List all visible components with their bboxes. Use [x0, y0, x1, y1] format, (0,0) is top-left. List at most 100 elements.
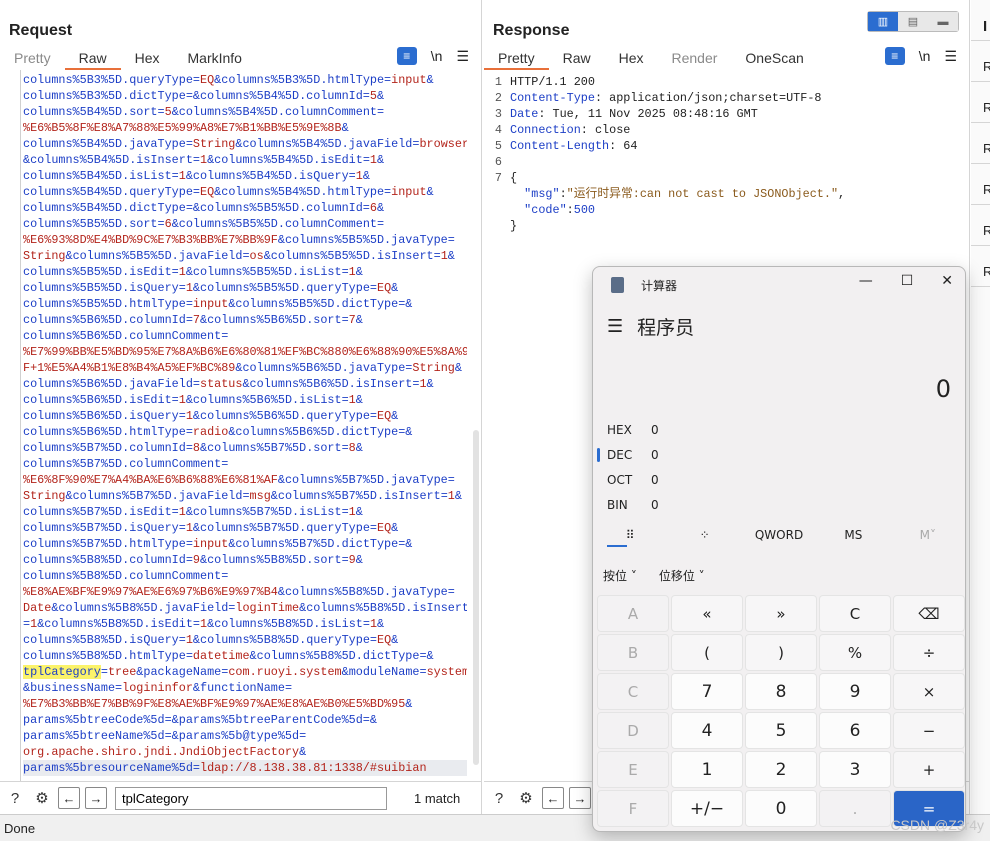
inspector-row[interactable]: R — [971, 123, 990, 164]
key-button[interactable]: + — [893, 751, 965, 788]
response-toolbar: ≡ \n ☰ — [884, 47, 957, 65]
key-button[interactable]: E — [597, 751, 669, 788]
request-toolbar: ≡ \n ☰ — [396, 47, 469, 65]
code-line: columns%5B4%5D.dictType=&columns%5B5%5D.… — [23, 201, 385, 215]
code-line: columns%5B6%5D.isEdit=1&columns%5B6%5D.i… — [23, 393, 363, 407]
bitop-dropdown[interactable]: 位移位 ˅ — [659, 567, 705, 584]
code-line: params%5btreeCode%5d=&params%5btreeParen… — [23, 713, 377, 727]
key-button[interactable]: ( — [671, 634, 743, 671]
request-body-editor[interactable]: columns%5B3%5D.queryType=EQ&columns%5B3%… — [23, 72, 467, 781]
response-line: 2 Content-Type: application/json;charset=… — [494, 91, 822, 105]
menu-icon[interactable]: ☰ — [456, 48, 469, 65]
minimize-icon[interactable]: — — [859, 273, 873, 289]
key-button[interactable]: C — [819, 595, 891, 632]
help-icon[interactable]: ? — [4, 787, 26, 809]
key-button[interactable]: − — [893, 712, 965, 749]
key-button[interactable]: A — [597, 595, 669, 632]
layout-rows-icon[interactable]: ▤ — [898, 12, 928, 31]
key-button[interactable]: C — [597, 673, 669, 710]
base-bin[interactable]: BIN 0 — [593, 492, 659, 517]
layout-columns-icon[interactable]: ▥ — [868, 12, 898, 31]
tab-onescan[interactable]: OneScan — [731, 48, 817, 70]
next-match-button[interactable]: → — [569, 787, 591, 809]
base-oct[interactable]: OCT 0 — [593, 467, 659, 492]
key-button[interactable]: 0 — [745, 790, 817, 827]
help-icon[interactable]: ? — [488, 787, 510, 809]
code-line: params%5btreeName%5d=&params%5b@type%5d= — [23, 729, 307, 743]
prev-match-button[interactable]: ← — [58, 787, 80, 809]
mode-item[interactable]: ⁘ — [667, 528, 741, 542]
key-button[interactable]: « — [671, 595, 743, 632]
request-scrollbar[interactable] — [473, 430, 479, 765]
calculator-title: 计算器 — [641, 279, 678, 293]
key-button[interactable]: 4 — [671, 712, 743, 749]
key-button[interactable]: 6 — [819, 712, 891, 749]
keypad: A «» C ⌫ B()% ÷ C 7 8 9 × D 4 5 6− E 1 2 3 + F +/− 0. = — [597, 595, 965, 827]
mode-item[interactable]: ⠿ — [593, 528, 667, 542]
key-button[interactable]: 7 — [671, 673, 743, 710]
inspector-row[interactable]: R — [971, 41, 990, 82]
key-button[interactable]: +/− — [671, 790, 743, 827]
tab-pretty[interactable]: Pretty — [484, 48, 549, 70]
response-line: 5 Content-Length: 64 — [494, 139, 638, 153]
next-match-button[interactable]: → — [85, 787, 107, 809]
key-button[interactable]: » — [745, 595, 817, 632]
inspector-row[interactable]: R — [971, 246, 990, 287]
key-button[interactable]: ) — [745, 634, 817, 671]
menu-icon[interactable]: ☰ — [944, 48, 957, 65]
search-input[interactable] — [115, 786, 387, 810]
key-button[interactable]: ÷ — [893, 634, 965, 671]
close-icon[interactable]: ✕ — [941, 273, 953, 289]
key-button[interactable]: ⌫ — [893, 595, 965, 632]
maximize-icon[interactable]: ☐ — [901, 273, 914, 289]
code-line: %E7%B3%BB%E7%BB%9F%E8%AE%BF%E9%97%AE%E8%… — [23, 697, 413, 711]
code-line: columns%5B6%5D.isQuery=1&columns%5B6%5D.… — [23, 409, 399, 423]
inspector-row[interactable]: R — [971, 164, 990, 205]
response-line: "code":500 — [524, 203, 595, 217]
tab-raw[interactable]: Raw — [549, 48, 605, 70]
key-button[interactable]: 8 — [745, 673, 817, 710]
code-line: Date&columns%5B8%5D.javaField=loginTime&… — [23, 601, 467, 615]
key-button[interactable]: × — [893, 673, 965, 710]
code-line: columns%5B8%5D.isQuery=1&columns%5B8%5D.… — [23, 633, 399, 647]
key-button[interactable]: . — [819, 790, 891, 827]
key-button[interactable]: D — [597, 712, 669, 749]
key-button[interactable]: % — [819, 634, 891, 671]
prev-match-button[interactable]: ← — [542, 787, 564, 809]
tab-render[interactable]: Render — [658, 48, 732, 70]
tab-markinfo[interactable]: MarkInfo — [174, 48, 256, 70]
tab-pretty[interactable]: Pretty — [0, 48, 65, 70]
wrap-lines-icon[interactable]: ≡ — [884, 47, 905, 65]
key-button[interactable]: 1 — [671, 751, 743, 788]
response-body[interactable]: 1 HTTP/1.1 200 2 Content-Type: application/… — [484, 74, 955, 234]
bit-operations: 按位 ˅ 位移位 ˅ — [603, 567, 705, 584]
code-line: columns%5B4%5D.queryType=EQ&columns%5B4%… — [23, 185, 434, 199]
gear-icon[interactable]: ⚙ — [31, 787, 53, 809]
code-line: columns%5B5%5D.isQuery=1&columns%5B5%5D.… — [23, 281, 399, 295]
key-button[interactable]: 9 — [819, 673, 891, 710]
base-hex[interactable]: HEX 0 — [593, 417, 659, 442]
bitop-dropdown[interactable]: 按位 ˅ — [603, 567, 637, 584]
code-line: F+1%E5%A4%B1%E8%B4%A5%EF%BC%89&columns%5… — [23, 361, 462, 375]
layout-single-icon[interactable]: ▬ — [928, 12, 958, 31]
tab-raw[interactable]: Raw — [64, 48, 121, 70]
key-button[interactable]: 5 — [745, 712, 817, 749]
mode-item[interactable]: QWORD — [742, 528, 816, 542]
mode-item[interactable]: MS — [816, 528, 890, 542]
response-line: 3 Date: Tue, 11 Nov 2025 08:48:16 GMT — [494, 107, 758, 121]
tab-hex[interactable]: Hex — [121, 48, 174, 70]
key-button[interactable]: 2 — [745, 751, 817, 788]
base-dec[interactable]: DEC 0 — [593, 442, 659, 467]
wrap-lines-icon[interactable]: ≡ — [396, 47, 417, 65]
inspector-row[interactable]: R — [971, 82, 990, 123]
tab-hex[interactable]: Hex — [605, 48, 658, 70]
newline-toggle[interactable]: \n — [919, 48, 931, 64]
hamburger-icon[interactable]: ☰ — [607, 316, 623, 337]
key-button[interactable]: 3 — [819, 751, 891, 788]
inspector-row[interactable]: R — [971, 205, 990, 246]
gear-icon[interactable]: ⚙ — [515, 787, 537, 809]
mode-item[interactable]: M˅ — [891, 528, 965, 542]
key-button[interactable]: B — [597, 634, 669, 671]
newline-toggle[interactable]: \n — [431, 48, 443, 64]
key-button[interactable]: F — [597, 790, 669, 827]
